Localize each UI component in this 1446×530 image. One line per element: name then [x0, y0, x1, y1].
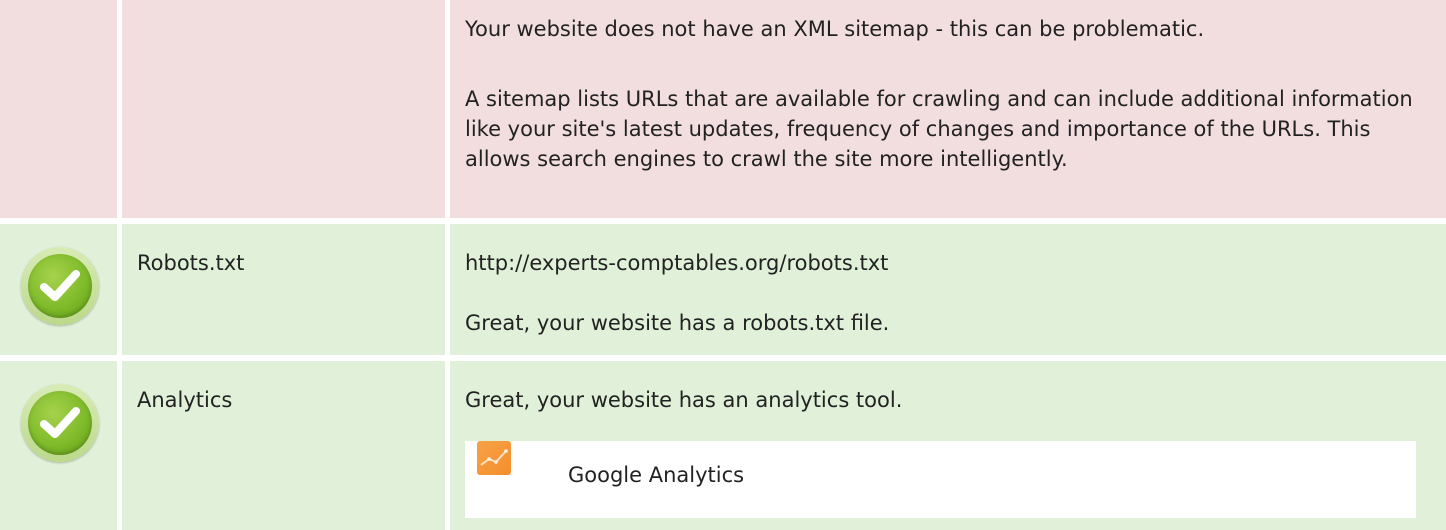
analytics-content-cell: Great, your website has an analytics too… [450, 361, 1446, 530]
check-circle-icon [21, 247, 99, 325]
analytics-label-cell: Analytics [122, 361, 445, 530]
robots-label: Robots.txt [137, 251, 245, 275]
robots-row: Robots.txt http://experts-comptables.org… [0, 224, 1446, 355]
google-analytics-icon [477, 441, 511, 475]
sitemap-row: Your website does not have an XML sitema… [0, 0, 1446, 218]
analytics-label: Analytics [137, 388, 233, 412]
check-circle-icon [21, 384, 99, 462]
sitemap-status-cell [0, 0, 117, 218]
analytics-tool-name: Google Analytics [568, 463, 745, 487]
analytics-row: Analytics Great, your website has an ana… [0, 361, 1446, 530]
sitemap-description: A sitemap lists URLs that are available … [465, 87, 1413, 171]
robots-url-link[interactable]: http://experts-comptables.org/robots.txt [465, 248, 1426, 278]
robots-label-cell: Robots.txt [122, 224, 445, 355]
sitemap-message: Your website does not have an XML sitema… [465, 17, 1205, 41]
sitemap-label-cell [122, 0, 445, 218]
analytics-tool-item: Google Analytics [465, 441, 1416, 518]
robots-content-cell: http://experts-comptables.org/robots.txt… [450, 224, 1446, 355]
analytics-status-cell [0, 361, 117, 530]
analytics-message: Great, your website has an analytics too… [465, 388, 903, 412]
sitemap-content-cell: Your website does not have an XML sitema… [450, 0, 1446, 218]
robots-status-cell [0, 224, 117, 355]
robots-message: Great, your website has a robots.txt fil… [465, 311, 890, 335]
